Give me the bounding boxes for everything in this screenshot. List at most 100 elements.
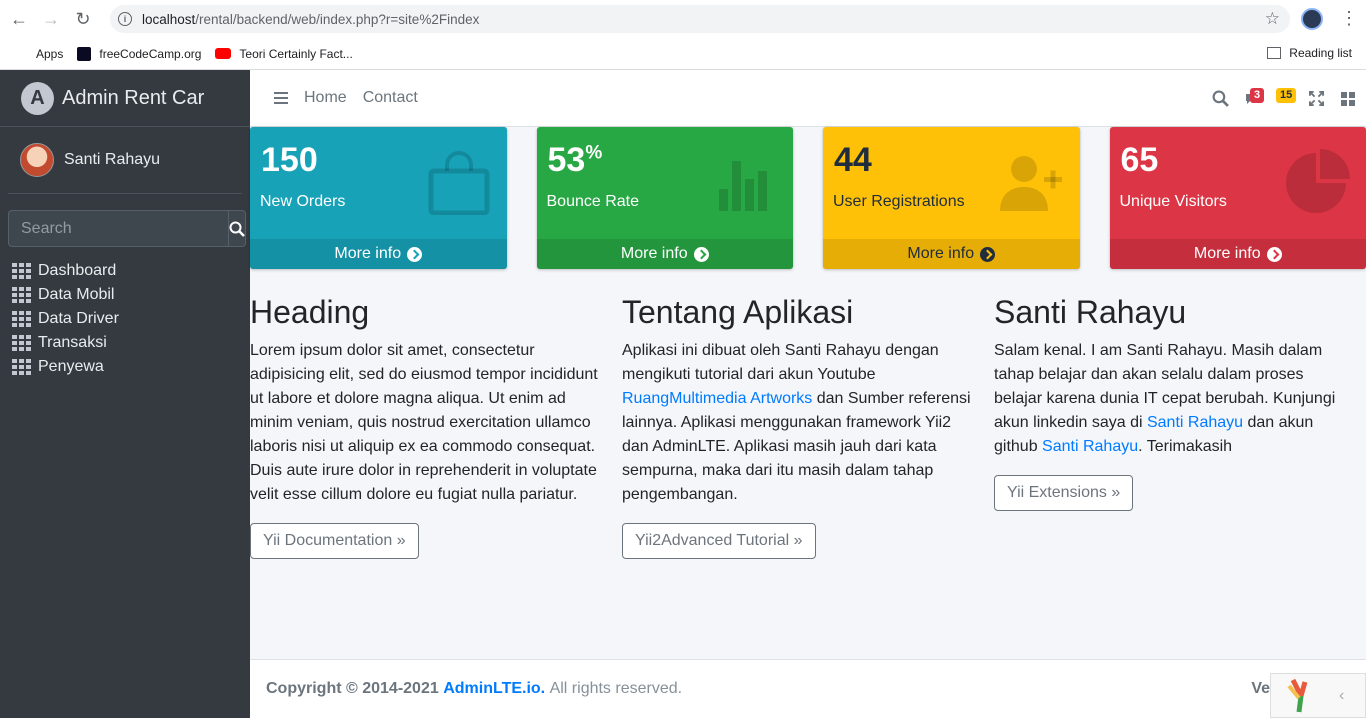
navbar-search-button[interactable] [1204, 79, 1236, 119]
bookmark-freecodecamp[interactable]: freeCodeCamp.org [77, 46, 202, 61]
sidebar-item-label: Data Driver [38, 310, 119, 327]
sidebar-item-penyewa[interactable]: Penyewa [12, 355, 250, 379]
messages-badge: 3 [1250, 87, 1265, 103]
fullscreen-button[interactable] [1300, 79, 1332, 119]
column-text: Aplikasi ini dibuat oleh Santi Rahayu de… [622, 339, 994, 507]
box-label: User Registrations [833, 193, 965, 210]
forward-arrow-icon[interactable]: → [38, 6, 64, 32]
th-large-icon [1341, 91, 1355, 106]
grid-icon [12, 287, 31, 303]
brand-link[interactable]: A Admin Rent Car [0, 70, 250, 127]
box-value-suffix: % [585, 142, 603, 164]
reload-icon[interactable]: ↻ [70, 6, 96, 32]
search-button[interactable] [228, 210, 246, 247]
box-label: Unique Visitors [1119, 193, 1227, 210]
bookmark-apps[interactable]: Apps [14, 47, 63, 61]
messages-dropdown[interactable]: 3 [1236, 79, 1268, 119]
sidebar-item-label: Penyewa [38, 358, 104, 375]
avatar [20, 143, 54, 177]
small-boxes-row: 150 New Orders More info 53% Bounce Rate… [250, 127, 1366, 269]
footer-copyright: Copyright © 2014-2021 [266, 680, 439, 697]
browser-menu-icon[interactable]: ⋮ [1340, 9, 1358, 27]
arrow-circle-right-icon [407, 246, 423, 262]
grid-icon [12, 359, 31, 375]
sidebar-item-label: Transaksi [38, 334, 107, 351]
user-panel[interactable]: Santi Rahayu [8, 127, 242, 194]
user-name[interactable]: Santi Rahayu [64, 151, 160, 169]
box-more-info-link[interactable]: More info [250, 239, 507, 269]
main-header: Home Contact 3 15 [250, 70, 1366, 127]
small-box-visitors: 65 Unique Visitors More info [1109, 127, 1366, 269]
sidebar-item-transaksi[interactable]: Transaksi [12, 331, 250, 355]
yii-extensions-button[interactable]: Yii Extensions » [994, 475, 1134, 511]
sidebar-item-data-driver[interactable]: Data Driver [12, 307, 250, 331]
column-title: Tentang Aplikasi [622, 294, 854, 330]
box-value: 150 [261, 141, 318, 180]
nav-contact-link[interactable]: Contact [363, 89, 418, 107]
profile-avatar-icon[interactable] [1301, 8, 1323, 30]
footer-rights: All rights reserved. [549, 680, 683, 697]
more-info-label: More info [907, 245, 975, 262]
box-label: New Orders [260, 193, 346, 210]
github-link[interactable]: Santi Rahayu [1042, 438, 1138, 455]
box-more-info-link[interactable]: More info [1109, 239, 1366, 269]
control-sidebar-button[interactable] [1332, 79, 1364, 119]
search-icon [1212, 90, 1229, 107]
url-text[interactable]: localhost/rental/backend/web/index.php?r… [142, 12, 479, 27]
linkedin-link[interactable]: Santi Rahayu [1147, 414, 1243, 431]
site-info-icon[interactable]: i [118, 12, 132, 26]
bar-chart-icon [719, 161, 767, 211]
nav-home-link[interactable]: Home [304, 89, 347, 107]
main-footer: Copyright © 2014-2021 AdminLTE.io. All r… [250, 659, 1366, 718]
yii2advanced-tutorial-button[interactable]: Yii2Advanced Tutorial » [622, 523, 816, 559]
bookmark-label: freeCodeCamp.org [99, 46, 202, 61]
notifications-dropdown[interactable]: 15 [1268, 79, 1300, 119]
pie-chart-icon [1286, 149, 1350, 213]
footer-brand-link[interactable]: AdminLTE.io. [443, 680, 545, 698]
apps-grid-icon [14, 47, 28, 61]
notifications-badge: 15 [1276, 87, 1297, 103]
box-more-info-link[interactable]: More info [823, 239, 1080, 269]
bookmark-label: Teori Certainly Fact... [239, 46, 353, 61]
small-box-bounce: 53% Bounce Rate More info [536, 127, 793, 269]
column-title: Heading [250, 294, 370, 330]
hamburger-menu-icon[interactable] [274, 92, 288, 104]
box-more-info-link[interactable]: More info [536, 239, 793, 269]
brand-logo-icon: A [21, 81, 54, 115]
box-label: Bounce Rate [546, 193, 640, 210]
grid-icon [12, 335, 31, 351]
chevron-left-icon[interactable]: ‹ [1339, 687, 1344, 705]
url-host: localhost [142, 11, 196, 27]
column-text: Lorem ipsum dolor sit amet, consectetur … [250, 342, 598, 503]
sidebar-search [8, 210, 246, 247]
column-tentang-aplikasi: Tentang Aplikasi Aplikasi ini dibuat ole… [622, 293, 994, 559]
yii-documentation-button[interactable]: Yii Documentation » [250, 523, 419, 559]
back-arrow-icon[interactable]: ← [6, 6, 32, 32]
info-columns: Heading Lorem ipsum dolor sit amet, cons… [250, 293, 1366, 559]
freecodecamp-icon [77, 46, 92, 61]
more-info-label: More info [1193, 245, 1261, 262]
yii-debug-toolbar[interactable]: ‹ [1270, 673, 1366, 718]
column-text: Salam kenal. I am Santi Rahayu. Masih da… [994, 339, 1366, 459]
column-heading: Heading Lorem ipsum dolor sit amet, cons… [250, 293, 622, 559]
box-value-number: 65 [1120, 141, 1159, 179]
reading-list[interactable]: Reading list [1267, 46, 1352, 60]
reading-list-icon [1267, 47, 1282, 59]
address-bar[interactable]: i localhost/rental/backend/web/index.php… [110, 5, 1290, 33]
expand-arrows-icon [1308, 91, 1324, 106]
text-part: . Terimakasih [1138, 438, 1233, 455]
arrow-circle-right-icon [980, 246, 996, 262]
shopping-bag-icon [428, 151, 489, 215]
search-icon [229, 221, 245, 237]
sidebar-item-dashboard[interactable]: Dashboard [12, 259, 250, 283]
search-input[interactable] [8, 210, 228, 247]
content-wrapper: 150 New Orders More info 53% Bounce Rate… [250, 127, 1366, 559]
box-value: 44 [834, 141, 872, 180]
sidebar-item-data-mobil[interactable]: Data Mobil [12, 283, 250, 307]
bookmark-youtube[interactable]: Teori Certainly Fact... [215, 46, 353, 61]
url-path: /rental/backend/web/index.php?r=site%2Fi… [195, 11, 480, 27]
ruangmultimedia-link[interactable]: RuangMultimedia Artworks [622, 390, 812, 407]
bookmark-star-icon[interactable]: ☆ [1265, 9, 1280, 29]
more-info-label: More info [620, 245, 688, 262]
box-value-number: 150 [261, 141, 318, 179]
